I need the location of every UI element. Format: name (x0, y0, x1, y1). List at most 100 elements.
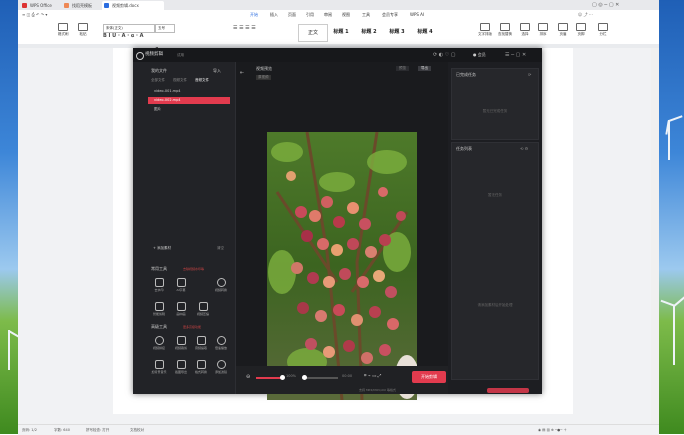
dialog-toolbar-icons[interactable]: ⟳ ◐ ♡ ▢ (433, 52, 456, 58)
tool-smart-cut[interactable]: 智能剪辑 (149, 302, 169, 316)
sort-icon (538, 23, 548, 31)
completed-tasks-card: 已完成任务 ⟳ 暂无已完成任务 (451, 68, 539, 140)
spell-check[interactable]: 拼写检查: 打开 (86, 426, 109, 434)
start-edit-button[interactable]: 开始剪辑 (412, 371, 446, 383)
bgm-icon (154, 360, 164, 369)
template-icon (64, 3, 69, 8)
back-icon[interactable]: ⇤ (240, 70, 244, 76)
tool-speed[interactable]: 倍速播放 (211, 336, 231, 350)
filter-video[interactable]: 视频文件 (173, 78, 187, 83)
preview-tab[interactable]: 预览 (396, 66, 409, 71)
menu-page[interactable]: 页面 (288, 10, 296, 20)
advanced-tools-title: 高级工具 (151, 324, 167, 329)
timeline-slider[interactable] (302, 377, 338, 379)
view-mode-icons[interactable]: ◉ ▤ ▥ ⊕ ─●─ ＋ (538, 426, 567, 434)
zoom-slider-handle[interactable] (280, 375, 285, 380)
tool-ai-subtitle[interactable]: AI字幕 (171, 278, 191, 292)
user-avatar[interactable]: ● 会员 (473, 52, 486, 58)
preview-label: 原视频 (256, 75, 271, 80)
style-normal[interactable]: 正文 (298, 24, 328, 42)
common-tools-note: 去除视频水印等 (183, 267, 205, 271)
dialog-window-controls[interactable]: ☰ ─ ▢ ✕ (505, 52, 526, 58)
header-icon (558, 23, 568, 31)
page-count: 页码: 1/2 (22, 428, 37, 432)
format-painter-button[interactable]: 格式刷 (58, 23, 69, 37)
file-item-selected[interactable]: video-002.mp4 (148, 97, 230, 104)
clear-button[interactable]: 清空 (217, 246, 224, 251)
task-list-card: 任务列表 ⟲ ⚙ 暂无任务 请添加素材后开始处理 (451, 142, 539, 380)
vertical-scrollbar[interactable] (651, 48, 659, 424)
tool-audio-extract[interactable]: 音频提取 (191, 336, 211, 350)
export-all-button[interactable] (487, 388, 529, 393)
menu-references[interactable]: 引用 (306, 10, 314, 20)
tool-compress[interactable]: 视频压缩 (193, 302, 213, 316)
footer-button[interactable]: 页脚 (576, 23, 586, 37)
window-controls[interactable]: ▢ ◎ ─ ▢ ✕ (592, 2, 619, 8)
paragraph-buttons[interactable]: ☰ ☰ ☰ ☰ (233, 25, 256, 31)
menu-tools[interactable]: 工具 (362, 10, 370, 20)
tool-crop[interactable]: 视频裁剪 (171, 336, 191, 350)
file-menu-icon[interactable]: ≡ ◫ ⎙ ↶ ↷ ▾ (22, 10, 47, 20)
menu-review[interactable]: 审阅 (324, 10, 332, 20)
tool-watermark[interactable]: 去水印 (149, 278, 169, 292)
filter-icon (216, 360, 226, 369)
dialog-title: 视频剪辑 (145, 52, 163, 57)
menu-bar: ≡ ◫ ⎙ ↶ ↷ ▾ 开始 插入 页面 引用 审阅 视图 工具 会员专享 WP… (18, 10, 659, 21)
subtitle-icon (176, 278, 186, 287)
file-item[interactable]: 图片 (148, 106, 230, 113)
menu-view[interactable]: 视图 (342, 10, 350, 20)
import-button[interactable]: 导入 (213, 68, 221, 74)
video-preview-frame[interactable] (267, 132, 417, 400)
style-heading-4[interactable]: 标题 4 (412, 24, 438, 40)
tool-filter[interactable]: 添加滤镜 (211, 360, 231, 374)
tab-document[interactable]: 视频剪辑.docx (102, 1, 164, 10)
tool-format[interactable]: 格式转换 (191, 360, 211, 374)
tool-screenshot[interactable]: 截图导出 (171, 360, 191, 374)
playback-controls: ⊖ 100% 00:00 ⌗ ⌁ ▭ ⤢ 开始剪辑 (236, 366, 448, 394)
task-list-icons[interactable]: ⟲ ⚙ (520, 146, 528, 151)
wind-turbine (673, 305, 675, 365)
speed-icon (216, 336, 226, 345)
task-hint-text: 请添加素材后开始处理 (477, 303, 513, 307)
style-heading-2[interactable]: 标题 2 (356, 24, 382, 40)
brush-icon (58, 23, 69, 31)
select-button[interactable]: 选择 (520, 23, 530, 37)
right-panel: 已完成任务 ⟳ 暂无已完成任务 任务列表 ⟲ ⚙ 暂无任务 请添加素材后开始处理… (359, 62, 542, 394)
font-size-select[interactable]: 五号 (155, 24, 175, 33)
compress-icon (198, 302, 208, 311)
share-icon[interactable]: ☺ ⤴ ⋯ (578, 10, 593, 20)
zoom-out-icon[interactable]: ⊖ (246, 374, 250, 380)
menu-insert[interactable]: 插入 (270, 10, 278, 20)
proofread[interactable]: 文档校对 (130, 426, 144, 434)
columns-button[interactable]: 分栏 (598, 23, 608, 37)
edit-icons[interactable]: ⌗ ⌁ ▭ ⤢ (364, 373, 381, 379)
completed-tasks-title: 已完成任务 (456, 72, 476, 77)
style-heading-1[interactable]: 标题 1 (328, 24, 354, 40)
paste-button[interactable]: 粘贴 (78, 23, 88, 37)
filter-all[interactable]: 全部文件 (151, 78, 165, 83)
menu-wps-ai[interactable]: WPS AI (410, 10, 424, 20)
find-replace-button[interactable]: 查找替换 (498, 23, 512, 37)
app-logo-icon (136, 52, 144, 60)
file-item[interactable]: video-001.mp4 (148, 88, 230, 95)
dialog-titlebar: 视频剪辑 试用 ⟳ ◐ ♡ ▢ ● 会员 ☰ ─ ▢ ✕ (133, 48, 542, 62)
text-layout-button[interactable]: 文字排版 (478, 23, 492, 37)
tool-merge[interactable]: 视频拼接 (149, 336, 169, 350)
timeline-handle[interactable] (302, 375, 307, 380)
crop-icon (176, 336, 186, 345)
add-material-button[interactable]: + 添加素材 (153, 246, 171, 251)
bold-italic-underline-buttons[interactable]: B I U · A · ⍺ · A (103, 33, 144, 39)
tool-bgm[interactable]: 加背景音乐 (149, 360, 169, 374)
pip-icon (176, 302, 186, 311)
font-name-select[interactable]: 宋体(正文) (103, 24, 155, 33)
export-tab[interactable]: 导出 (418, 66, 431, 71)
filter-audio[interactable]: 音频文件 (195, 78, 209, 83)
refresh-icon[interactable]: ⟳ (528, 72, 531, 77)
header-button[interactable]: 页眉 (558, 23, 568, 37)
style-heading-3[interactable]: 标题 3 (384, 24, 410, 40)
tool-pip[interactable]: 画中画 (171, 302, 191, 316)
tool-convert[interactable]: 视频转换 (211, 278, 231, 292)
common-tools-title: 常用工具 (151, 266, 167, 271)
menu-member[interactable]: 会员专享 (382, 10, 398, 20)
sort-button[interactable]: 排序 (538, 23, 548, 37)
